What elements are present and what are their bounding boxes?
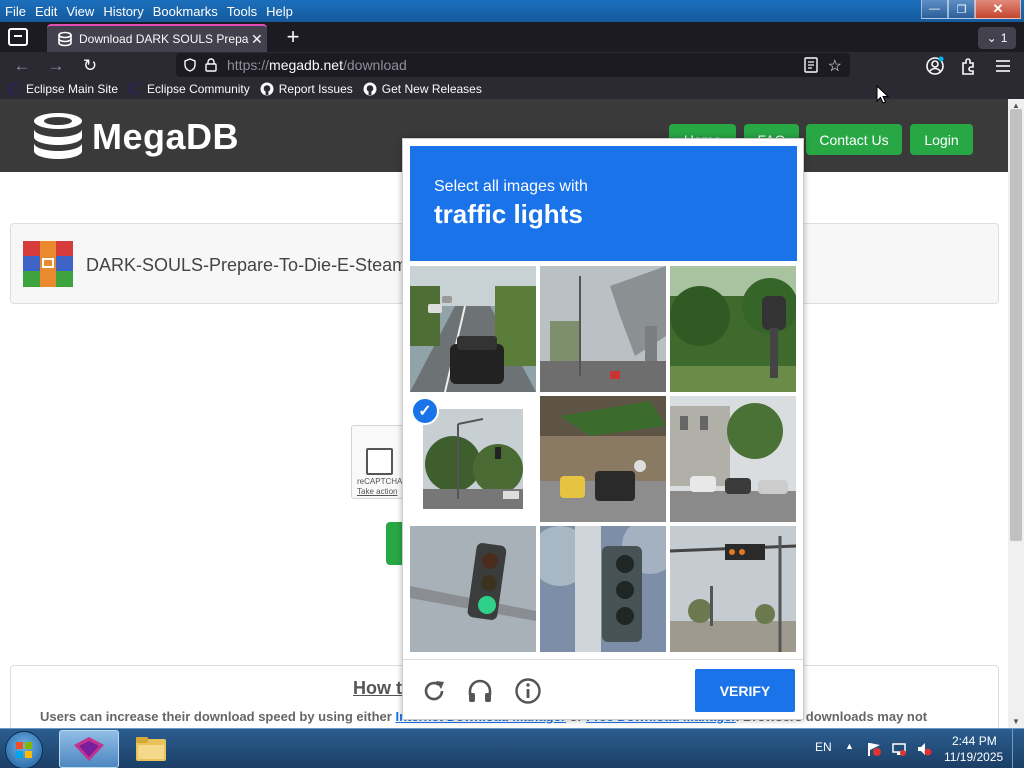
list-all-tabs-button[interactable]: ⌄ 1 <box>978 27 1016 49</box>
back-button[interactable]: ← <box>10 55 34 77</box>
menu-history[interactable]: History <box>103 4 143 19</box>
menu-view[interactable]: View <box>66 4 94 19</box>
language-indicator[interactable]: EN <box>815 740 832 754</box>
file-name: DARK-SOULS-Prepare-To-Die-E-SteamR <box>86 255 421 275</box>
clock-time[interactable]: 2:44 PM <box>952 734 997 748</box>
nav-bar: ← → ↻ https://megadb.net/download ☆ <box>0 52 1024 78</box>
recaptcha-label: reCAPTCHA <box>357 477 403 486</box>
verify-button[interactable]: VERIFY <box>695 669 795 712</box>
howto-title: How t <box>353 678 402 698</box>
extensions-icon[interactable] <box>959 56 979 76</box>
active-tab[interactable]: Download DARK SOULS Prepare ✕ <box>47 24 267 52</box>
bookmark-get-new-releases[interactable]: Get New Releases <box>363 82 482 96</box>
image-tile-3[interactable] <box>670 266 796 392</box>
bookmark-label: Eclipse Main Site <box>26 81 119 96</box>
image-tile-5[interactable] <box>540 396 666 522</box>
maximize-button[interactable]: ❐ <box>948 0 975 19</box>
show-desktop-button[interactable] <box>1012 729 1024 768</box>
menu-edit[interactable]: Edit <box>35 4 57 19</box>
hamburger-menu-icon[interactable] <box>993 56 1013 76</box>
menu-file[interactable]: File <box>5 4 26 19</box>
windows-taskbar: EN ▲ 2:44 PM 11/19/2025 <box>0 728 1024 768</box>
screen: { "menubar": { "items": ["File","Edit","… <box>0 0 1024 768</box>
bookmark-star-icon[interactable]: ☆ <box>828 56 842 76</box>
menu-bookmarks[interactable]: Bookmarks <box>153 4 218 19</box>
tab-count: 1 <box>1000 31 1008 45</box>
eclipse-icon <box>129 82 142 95</box>
eclipse-icon <box>8 82 20 95</box>
megadb-favicon-icon <box>58 31 72 47</box>
recaptcha-checkbox[interactable] <box>366 448 393 475</box>
headphones-icon[interactable] <box>466 677 494 705</box>
bookmark-label: Get New Releases <box>381 81 482 96</box>
firefox-view-button[interactable] <box>0 22 36 52</box>
image-tile-9[interactable] <box>670 526 796 652</box>
logo-text: MegaDB <box>92 116 240 157</box>
folder-icon <box>136 737 166 761</box>
action-center-flag-icon[interactable] <box>866 741 882 757</box>
url-bar[interactable]: https://megadb.net/download ☆ <box>176 53 850 77</box>
show-hidden-icons[interactable]: ▲ <box>845 741 854 751</box>
reload-button[interactable]: ↻ <box>78 55 102 77</box>
new-tab-button[interactable]: + <box>282 26 304 49</box>
start-button[interactable] <box>5 731 43 768</box>
chevron-down-icon: ⌄ <box>986 31 997 45</box>
bookmark-label: Report Issues <box>278 81 353 96</box>
mouse-cursor-icon <box>876 85 889 104</box>
scroll-down-icon[interactable]: ▼ <box>1012 717 1020 726</box>
close-window-button[interactable]: ✕ <box>975 0 1021 19</box>
clock-date[interactable]: 11/19/2025 <box>944 750 1003 764</box>
bookmark-label: Eclipse Community <box>147 81 250 96</box>
site-logo[interactable]: MegaDB <box>30 111 239 163</box>
bookmark-report-issues[interactable]: Report Issues <box>260 82 353 96</box>
tab-close-icon[interactable]: ✕ <box>251 31 263 48</box>
image-tile-1[interactable] <box>410 266 536 392</box>
windows-logo-icon <box>16 742 32 758</box>
selected-check-icon: ✓ <box>411 397 439 425</box>
github-icon <box>363 82 377 95</box>
recaptcha-challenge: Select all images with traffic lights ✓ … <box>402 138 804 720</box>
nav-login-button[interactable]: Login <box>910 124 973 155</box>
account-icon[interactable] <box>925 56 945 76</box>
image-tile-6[interactable] <box>670 396 796 522</box>
forward-button[interactable]: → <box>44 55 68 77</box>
challenge-header: Select all images with traffic lights <box>410 146 797 261</box>
reload-icon[interactable] <box>420 677 448 705</box>
network-icon[interactable] <box>891 741 907 757</box>
tab-title: Download DARK SOULS Prepare <box>79 32 249 46</box>
browser-app-icon <box>74 737 104 761</box>
github-icon <box>260 82 274 95</box>
menu-bar: File Edit View History Bookmarks Tools H… <box>0 0 1024 22</box>
bookmarks-toolbar: Eclipse Main Site Eclipse Community Repo… <box>0 78 1024 99</box>
shield-icon[interactable] <box>183 58 197 72</box>
volume-muted-icon[interactable] <box>916 741 932 757</box>
firefox-view-icon <box>8 28 28 46</box>
info-icon[interactable] <box>514 677 542 705</box>
database-logo-icon <box>34 113 82 159</box>
scroll-thumb[interactable] <box>1010 109 1022 541</box>
window-controls: — ❐ ✕ <box>921 0 1021 19</box>
image-tile-8[interactable] <box>540 526 666 652</box>
menu-help[interactable]: Help <box>266 4 293 19</box>
nav-contact-button[interactable]: Contact Us <box>806 124 902 155</box>
menu-tools[interactable]: Tools <box>227 4 257 19</box>
challenge-instruction: Select all images with <box>434 178 588 195</box>
winrar-archive-icon <box>23 241 73 287</box>
bookmark-eclipse-main[interactable]: Eclipse Main Site <box>7 82 118 96</box>
taskbar-browser-button[interactable] <box>59 730 119 768</box>
challenge-divider <box>403 659 803 660</box>
recaptcha-action-link[interactable]: Take action <box>357 487 397 496</box>
image-tile-7[interactable] <box>410 526 536 652</box>
challenge-target: traffic lights <box>434 199 583 229</box>
page-scrollbar[interactable]: ▲ ▼ <box>1008 99 1024 728</box>
bookmark-eclipse-community[interactable]: Eclipse Community <box>128 82 250 96</box>
minimize-button[interactable]: — <box>921 0 948 19</box>
lock-icon[interactable] <box>205 58 217 72</box>
taskbar-explorer-button[interactable] <box>129 730 173 768</box>
reader-view-icon[interactable] <box>804 57 818 73</box>
image-tile-2[interactable] <box>540 266 666 392</box>
url-text: https://megadb.net/download <box>227 57 407 73</box>
